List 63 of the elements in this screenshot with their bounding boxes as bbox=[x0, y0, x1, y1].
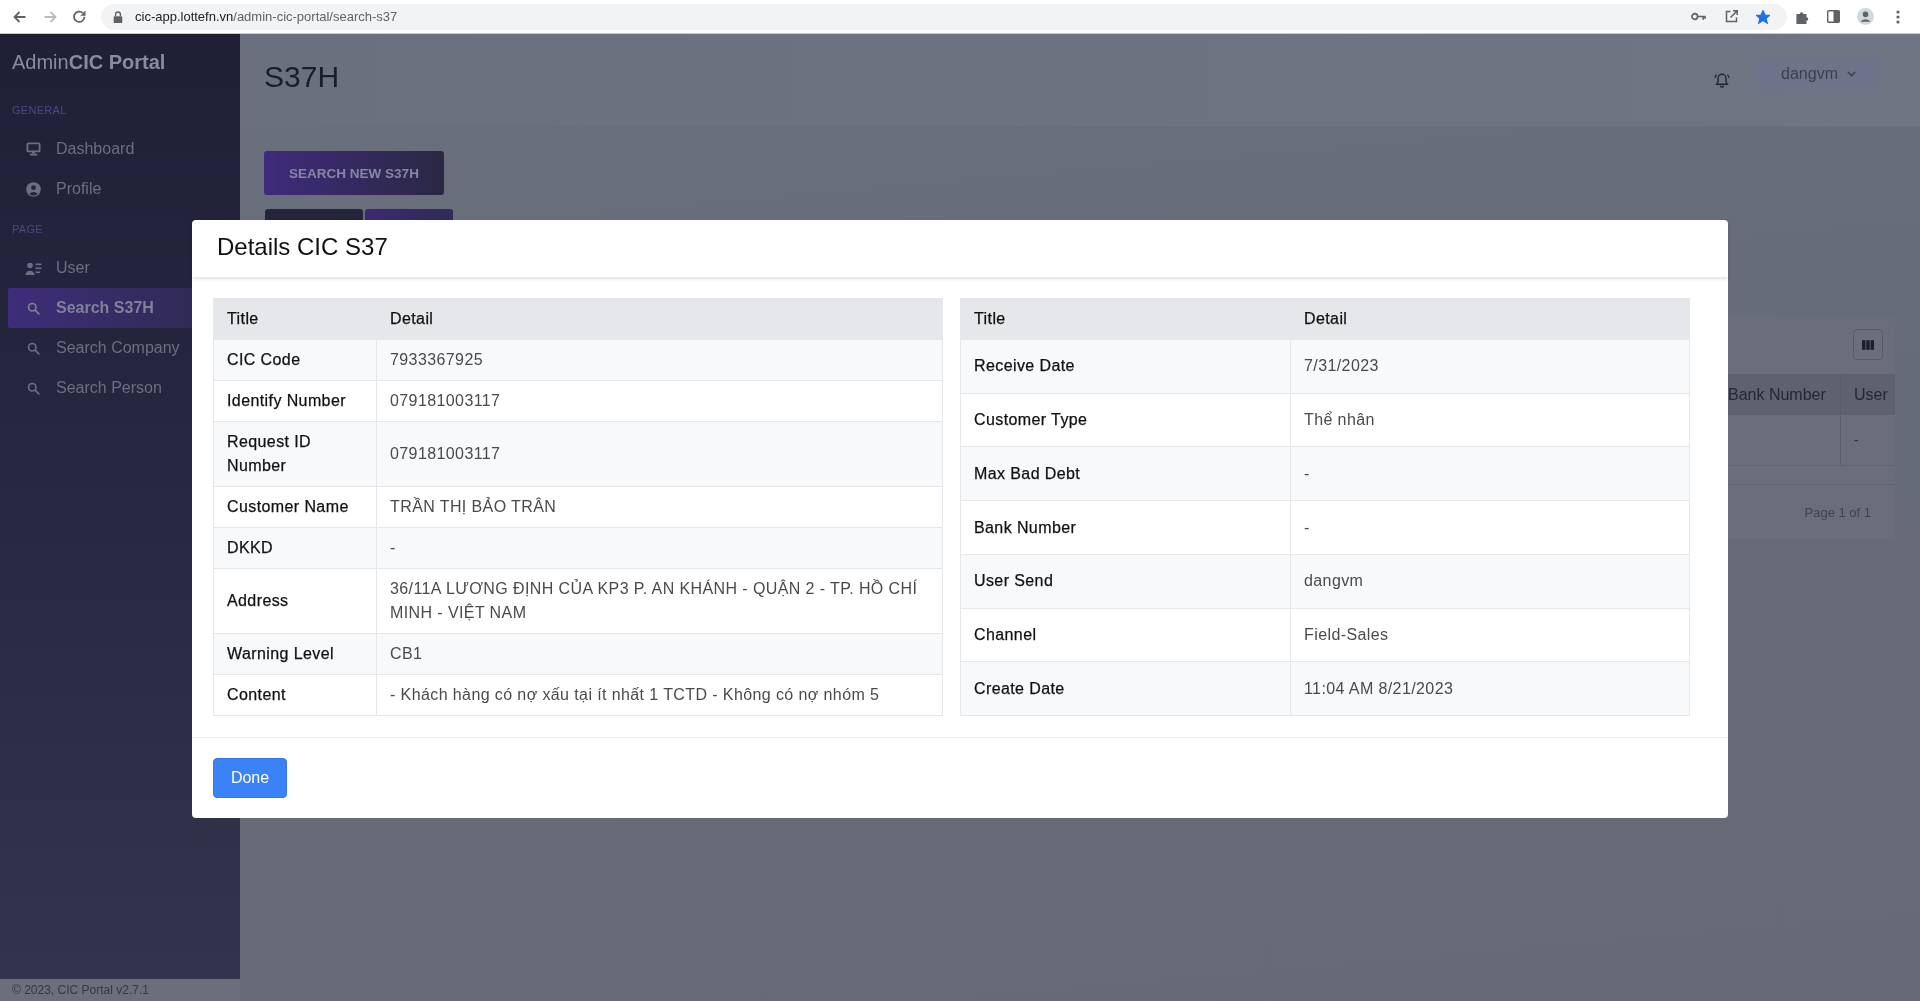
column-header: Detail bbox=[1290, 299, 1689, 339]
done-button[interactable]: Done bbox=[213, 758, 287, 798]
chevron-down-icon bbox=[1846, 71, 1856, 77]
column-header: Detail bbox=[376, 299, 942, 339]
sidebar-item[interactable]: User bbox=[8, 248, 192, 288]
person-circle-icon bbox=[26, 181, 41, 197]
lock-icon bbox=[113, 10, 123, 23]
vertical-dots-icon[interactable] bbox=[1896, 9, 1900, 24]
column-toggle-button[interactable] bbox=[1853, 329, 1883, 360]
value-cell: CB1 bbox=[376, 633, 942, 674]
label-cell: Receive Date bbox=[961, 339, 1290, 393]
value-cell: - Khách hàng có nợ xấu tại ít nhất 1 TCTD - Không có nợ nhóm 5 bbox=[376, 674, 942, 715]
value-cell: - bbox=[1290, 446, 1689, 501]
table-cell-text: - bbox=[1853, 431, 1860, 450]
sidebar-item[interactable]: Profile bbox=[8, 169, 192, 209]
label-cell: Bank Number bbox=[961, 500, 1290, 554]
address-field[interactable]: cic-app.lottefn.vn/admin-cic-portal/search-s37 bbox=[101, 3, 1787, 30]
value-cell: - bbox=[1290, 500, 1689, 554]
value-cell: 11:04 AM 8/21/2023 bbox=[1290, 661, 1689, 716]
value-cell: 7933367925 bbox=[376, 339, 942, 380]
value-cell: 079181003117 bbox=[376, 421, 942, 486]
search-icon bbox=[27, 301, 40, 315]
label-cell: Request ID Number bbox=[214, 421, 376, 486]
star-icon[interactable] bbox=[1756, 9, 1770, 24]
bell-icon[interactable] bbox=[1714, 72, 1730, 88]
column-header[interactable]: Bank Number bbox=[1728, 374, 1841, 415]
value-cell: 7/31/2023 bbox=[1290, 339, 1689, 393]
sidebar-item[interactable]: Search S37H bbox=[8, 288, 192, 328]
user-menu-button[interactable]: dangvm bbox=[1758, 54, 1879, 94]
label-cell: Content bbox=[214, 674, 376, 715]
column-header: Title bbox=[961, 299, 1290, 339]
label-cell: DKKD bbox=[214, 527, 376, 568]
label-cell: CIC Code bbox=[214, 339, 376, 380]
label-cell: Max Bad Debt bbox=[961, 446, 1290, 501]
columns-icon bbox=[1862, 339, 1874, 350]
label-cell: User Send bbox=[961, 553, 1290, 608]
share-icon[interactable] bbox=[1725, 10, 1738, 23]
value-cell: dangvm bbox=[1290, 553, 1689, 608]
key-icon[interactable] bbox=[1691, 12, 1706, 21]
brand-logo-text[interactable]: AdminCIC Portal bbox=[12, 50, 166, 74]
section-heading: GENERAL bbox=[12, 103, 67, 117]
person-list-icon bbox=[25, 261, 42, 275]
puzzle-icon[interactable] bbox=[1795, 9, 1809, 24]
label-cell: Warning Level bbox=[214, 633, 376, 674]
page-title: S37H bbox=[264, 60, 341, 94]
value-cell: - bbox=[376, 527, 942, 568]
monitor-icon bbox=[26, 142, 41, 156]
search-icon bbox=[27, 381, 40, 395]
sidebar-item[interactable]: Search Company bbox=[8, 328, 192, 368]
url-text: cic-app.lottefn.vn/admin-cic-portal/search-s37 bbox=[135, 9, 399, 24]
sidebar-item[interactable]: Search Person bbox=[8, 368, 192, 408]
label-cell: Create Date bbox=[961, 661, 1290, 716]
column-header: Title bbox=[214, 299, 376, 339]
section-heading: PAGE bbox=[12, 222, 43, 236]
search-new-button[interactable]: SEARCH NEW S37H bbox=[264, 151, 444, 195]
person-avatar-icon[interactable] bbox=[1857, 8, 1874, 25]
column-header[interactable]: User bbox=[1841, 374, 1895, 415]
sidebar-item[interactable]: Dashboard bbox=[8, 129, 192, 169]
search-icon bbox=[27, 341, 40, 355]
modal-title: Details CIC S37 bbox=[217, 232, 388, 261]
reload-icon[interactable] bbox=[73, 10, 86, 23]
left-arrow-icon[interactable] bbox=[13, 10, 27, 23]
side-panel-icon[interactable] bbox=[1827, 10, 1840, 23]
